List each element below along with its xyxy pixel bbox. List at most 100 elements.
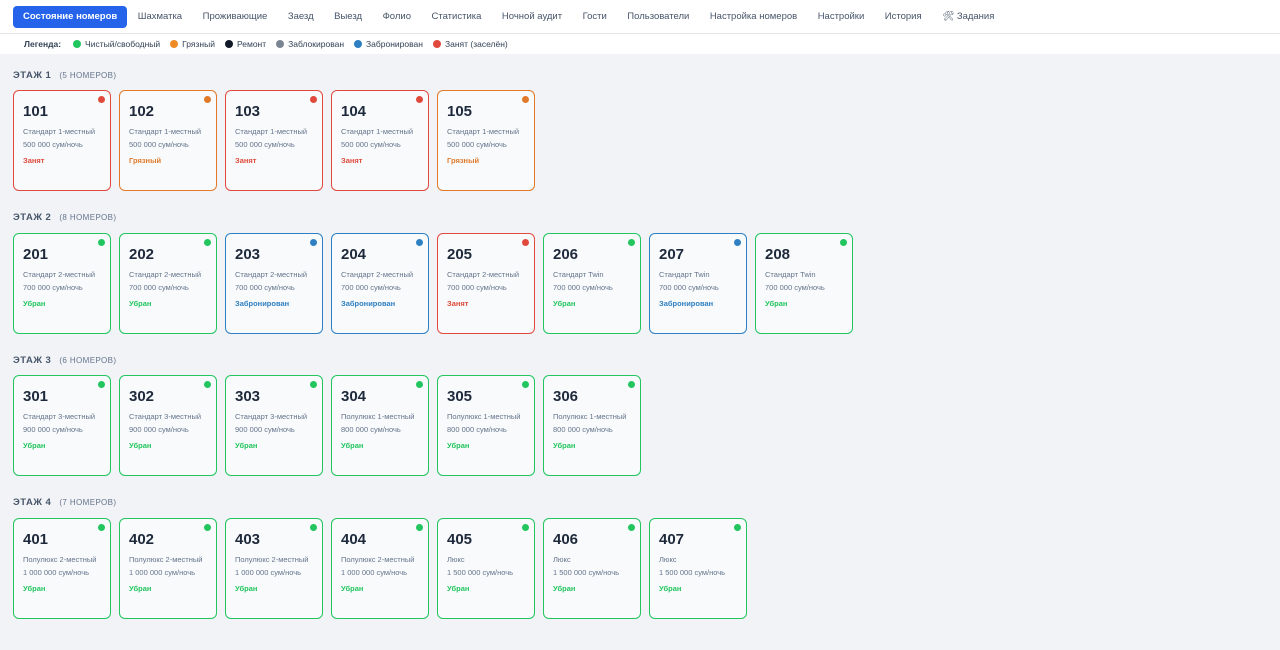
room-number: 103 <box>235 103 261 120</box>
floor-header: ЭТАЖ 1 (5 НОМЕРОВ) <box>13 56 1273 86</box>
room-type: Люкс <box>447 554 465 564</box>
room-grid: 101 Стандарт 1-местный 500 000 сум/ночь Зан… <box>13 86 1273 199</box>
room-card-301[interactable]: 301 Стандарт 3-местный 900 000 сум/ночь Убр… <box>13 375 111 476</box>
room-card-305[interactable]: 305 Полулюкс 1-местный 800 000 сум/ночь Убр… <box>437 375 535 476</box>
room-card-204[interactable]: 204 Стандарт 2-местный 700 000 сум/ночь Заб… <box>331 232 429 334</box>
room-card-304[interactable]: 304 Полулюкс 1-местный 800 000 сум/ночь Убр… <box>331 375 429 476</box>
room-status-dot <box>204 96 211 103</box>
room-card-208[interactable]: 208 Стандарт Twin 700 000 сум/ночь Убран <box>755 232 853 334</box>
floor-section: ЭТАЖ 4 (7 НОМЕРОВ) 401 Полулюкс 2-местный 1 … <box>13 484 1273 627</box>
tab-checkout[interactable]: Выезд <box>324 6 372 28</box>
room-type: Стандарт Twin <box>553 269 604 279</box>
room-type: Стандарт 3-местный <box>129 412 202 421</box>
room-status-label: Убран <box>129 441 152 450</box>
room-type: Стандарт Twin <box>659 269 710 279</box>
tab-settings[interactable]: Настройки <box>808 6 875 28</box>
room-type: Люкс <box>659 554 677 564</box>
room-number: 206 <box>553 245 579 263</box>
room-card-102[interactable]: 102 Стандарт 1-местный 500 000 сум/ночь Гря… <box>119 90 217 191</box>
room-type: Стандарт 1-местный <box>129 127 202 136</box>
room-number: 304 <box>341 388 367 405</box>
room-status-dot <box>416 238 423 246</box>
tab-guests[interactable]: Гости <box>573 6 617 28</box>
room-card-201[interactable]: 201 Стандарт 2-местный 700 000 сум/ночь Убр… <box>13 232 111 334</box>
room-card-407[interactable]: 407 Люкс 1 500 000 сум/ночь Убран <box>649 517 747 619</box>
room-card-105[interactable]: 105 Стандарт 1-местный 500 000 сум/ночь Гря… <box>437 90 535 191</box>
room-card-404[interactable]: 404 Полулюкс 2-местный 1 000 000 сум/ночь У… <box>331 517 429 619</box>
tab-history[interactable]: История <box>875 6 932 28</box>
room-card-101[interactable]: 101 Стандарт 1-местный 500 000 сум/ночь Зан… <box>13 90 111 191</box>
room-number: 102 <box>129 103 155 120</box>
tab-chess[interactable]: Шахматка <box>128 6 192 28</box>
room-card-104[interactable]: 104 Стандарт 1-местный 500 000 сум/ночь Зан… <box>331 90 429 191</box>
tab-checkin[interactable]: Заезд <box>278 6 324 28</box>
tab-users[interactable]: Пользователи <box>617 6 699 28</box>
room-status-label: Убран <box>659 583 682 593</box>
room-number: 203 <box>235 245 261 263</box>
room-card-406[interactable]: 406 Люкс 1 500 000 сум/ночь Убран <box>543 517 641 619</box>
room-status-dot <box>522 523 529 531</box>
legend-item-clean: Чистый/свободный <box>73 39 160 49</box>
room-card-202[interactable]: 202 Стандарт 2-местный 700 000 сум/ночь Убр… <box>119 232 217 334</box>
legend-item-repair: Ремонт <box>224 39 267 49</box>
room-status-dot <box>628 381 635 388</box>
room-status-label: Убран <box>553 298 576 308</box>
room-card-306[interactable]: 306 Полулюкс 1-местный 800 000 сум/ночь Убр… <box>543 375 641 476</box>
room-price: 700 000 сум/ночь <box>765 282 825 292</box>
tab-folio[interactable]: Фолио <box>373 6 421 28</box>
room-number: 205 <box>447 245 473 263</box>
room-status-label: Забронирован <box>235 298 290 308</box>
room-card-303[interactable]: 303 Стандарт 3-местный 900 000 сум/ночь Убр… <box>225 375 323 476</box>
room-card-207[interactable]: 207 Стандарт Twin 700 000 сум/ночь Забронир… <box>649 232 747 334</box>
room-card-302[interactable]: 302 Стандарт 3-местный 900 000 сум/ночь Убр… <box>119 375 217 476</box>
room-type: Полулюкс 1-местный <box>553 412 627 421</box>
tab-room-settings[interactable]: Настройка номеров <box>700 6 807 28</box>
room-type: Полулюкс 2-местный <box>341 554 415 564</box>
floor-header: ЭТАЖ 2 (8 НОМЕРОВ) <box>13 199 1273 229</box>
room-type: Люкс <box>553 554 571 564</box>
room-price: 1 000 000 сум/ночь <box>235 567 302 577</box>
room-type: Полулюкс 1-местный <box>447 412 521 421</box>
room-status-dot <box>628 523 635 531</box>
room-status-dot <box>416 523 423 531</box>
room-status-dot <box>98 381 105 388</box>
tab-statistics[interactable]: Статистика <box>422 6 492 28</box>
room-card-403[interactable]: 403 Полулюкс 2-местный 1 000 000 сум/ночь У… <box>225 517 323 619</box>
tab-tasks[interactable]: 🛠 Задания <box>932 6 1004 28</box>
room-number: 402 <box>129 530 155 548</box>
room-price: 500 000 сум/ночь <box>23 140 83 149</box>
room-number: 406 <box>553 530 579 548</box>
tab-room-status[interactable]: Состояние номеров <box>13 5 128 28</box>
room-price: 900 000 сум/ночь <box>129 425 189 434</box>
floor-title: ЭТАЖ 4 <box>13 497 52 508</box>
room-card-402[interactable]: 402 Полулюкс 2-местный 1 000 000 сум/ночь У… <box>119 517 217 619</box>
legend-dot-repair <box>224 40 233 48</box>
room-status-dot <box>310 523 317 531</box>
room-number: 101 <box>23 103 49 120</box>
floor-room-count: (7 НОМЕРОВ) <box>59 498 117 507</box>
room-card-203[interactable]: 203 Стандарт 2-местный 700 000 сум/ночь Заб… <box>225 232 323 334</box>
tab-residents[interactable]: Проживающие <box>193 6 278 28</box>
legend-label: Ремонт <box>236 39 267 49</box>
room-type: Стандарт 2-местный <box>129 269 202 279</box>
room-type: Полулюкс 2-местный <box>129 554 203 564</box>
room-number: 305 <box>447 388 473 405</box>
room-price: 500 000 сум/ночь <box>341 140 401 149</box>
room-type: Полулюкс 2-местный <box>23 554 97 564</box>
room-price: 800 000 сум/ночь <box>447 425 507 434</box>
room-status-dot <box>522 381 529 388</box>
room-card-401[interactable]: 401 Полулюкс 2-местный 1 000 000 сум/ночь У… <box>13 517 111 619</box>
room-status-dot <box>310 238 317 246</box>
floor-section: ЭТАЖ 1 (5 НОМЕРОВ) 101 Стандарт 1-местный 50… <box>13 56 1273 199</box>
room-card-405[interactable]: 405 Люкс 1 500 000 сум/ночь Убран <box>437 517 535 619</box>
room-card-206[interactable]: 206 Стандарт Twin 700 000 сум/ночь Убран <box>543 232 641 334</box>
room-status-label: Убран <box>235 441 258 450</box>
room-card-103[interactable]: 103 Стандарт 1-местный 500 000 сум/ночь Зан… <box>225 90 323 191</box>
tab-night-audit[interactable]: Ночной аудит <box>492 6 572 28</box>
legend-title: Легенда: <box>24 39 62 49</box>
legend-dot-dirty <box>170 40 179 48</box>
legend-items: Чистый/свободный Грязный Ремонт Заблокирова… <box>73 39 518 49</box>
room-status-label: Забронирован <box>341 298 396 308</box>
room-card-205[interactable]: 205 Стандарт 2-местный 700 000 сум/ночь Зан… <box>437 232 535 334</box>
room-number: 301 <box>23 388 49 405</box>
